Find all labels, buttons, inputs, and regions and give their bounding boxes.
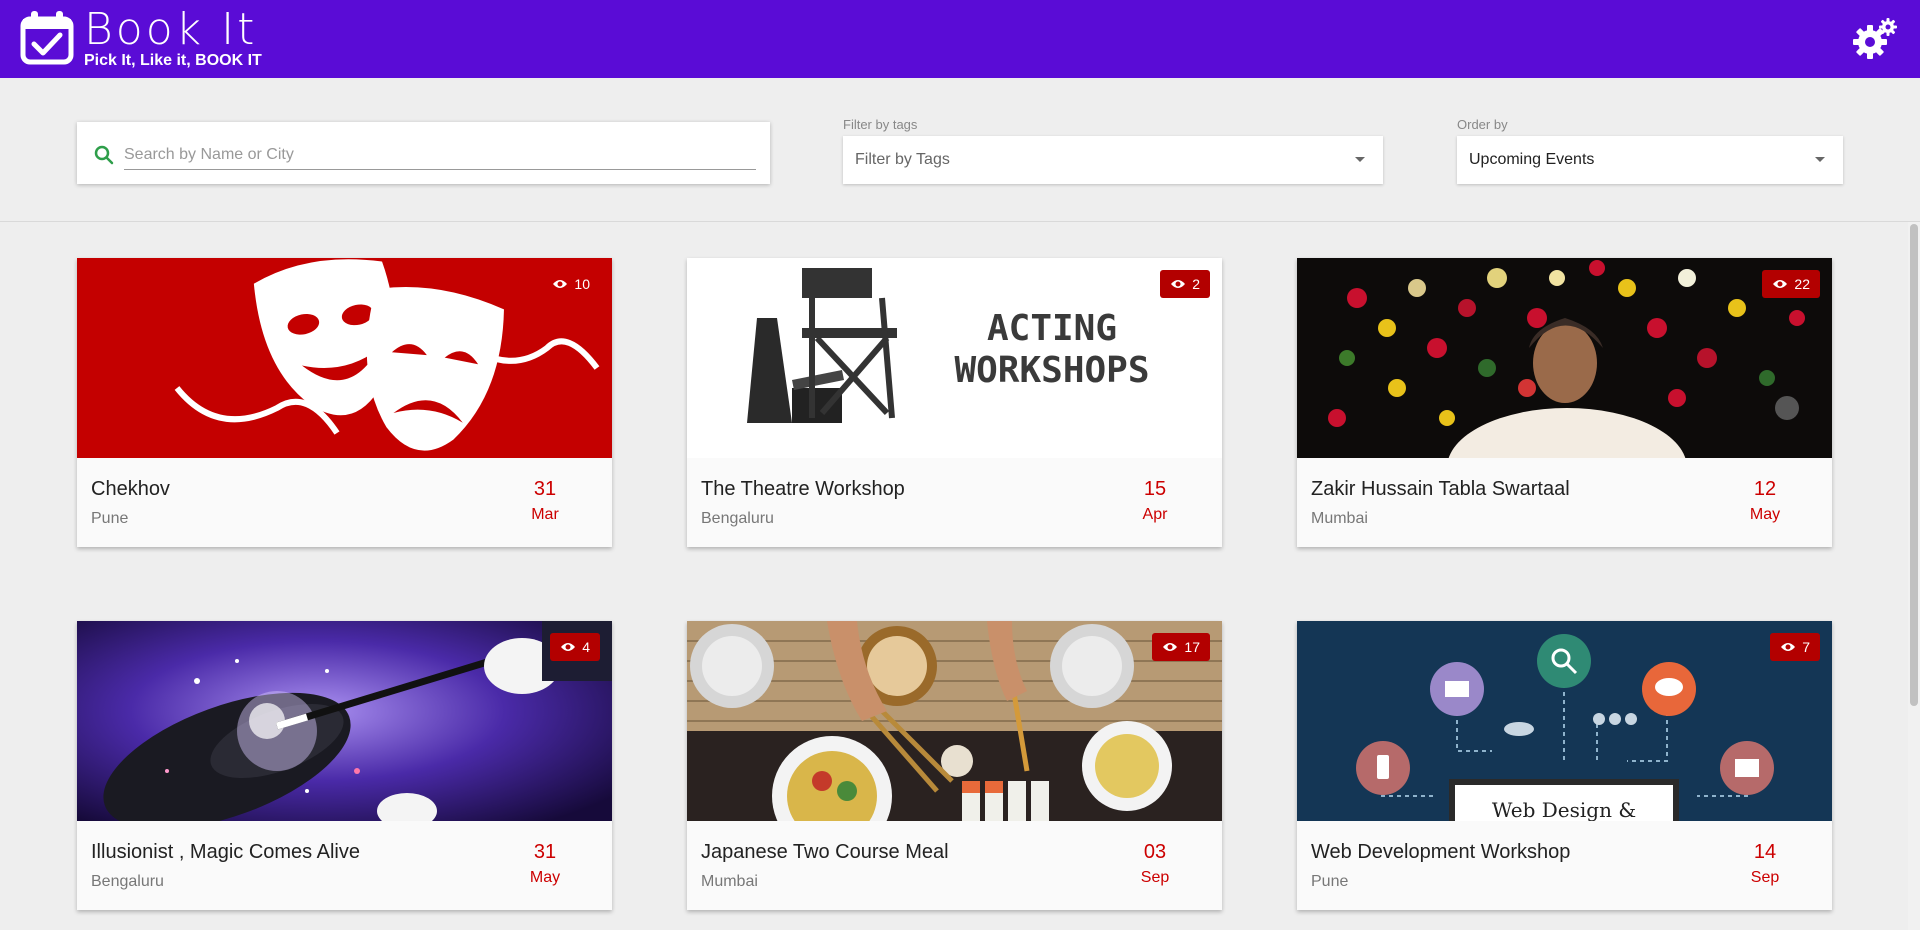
event-month: Mar [531,506,559,523]
event-month: May [529,869,561,886]
event-month: May [1749,506,1781,523]
event-month: Sep [1140,869,1170,886]
event-card[interactable]: 4 Illusionist , Magic Comes Alive Bengal… [77,621,612,910]
event-card[interactable]: ACTING WORKSHOPS 2 The Theatre Workshop … [687,258,1222,547]
views-count: 17 [1184,639,1200,655]
event-title: The Theatre Workshop [701,478,905,500]
event-title: Web Development Workshop [1311,841,1571,863]
app-title: Book It [84,4,258,55]
eye-icon [553,280,568,288]
image-text-line-2: WORKSHOPS [954,350,1149,391]
event-image-musician-flowers [1297,258,1832,458]
filter-bar: Filter by tags Filter by Tags Order by U… [0,78,1920,222]
event-city: Pune [91,510,129,527]
search-input[interactable] [124,140,756,170]
event-day: 12 [1753,478,1777,500]
event-title: Chekhov [91,478,170,500]
tags-filter-select[interactable]: Filter by Tags [843,136,1383,184]
event-city: Mumbai [701,873,758,890]
event-month: Sep [1750,869,1780,886]
app-tagline: Pick It, Like it, BOOK IT [84,52,262,69]
event-day: 03 [1143,841,1167,863]
event-image-theatre-masks [77,258,612,458]
event-day: 15 [1143,478,1167,500]
search-box [77,122,770,184]
views-badge: 10 [542,270,600,298]
views-badge: 22 [1762,270,1820,298]
event-city: Mumbai [1311,510,1368,527]
views-badge: 4 [550,633,600,661]
tags-filter-value: Filter by Tags [855,151,950,168]
event-image-magic-hat [77,621,612,821]
views-count: 7 [1802,639,1810,655]
event-day: 31 [533,841,557,863]
views-count: 10 [574,276,590,292]
logo[interactable]: Book It Pick It, Like it, BOOK IT [20,4,262,70]
views-count: 22 [1794,276,1810,292]
tags-filter: Filter by tags Filter by Tags [843,117,1383,184]
event-title: Illusionist , Magic Comes Alive [91,841,360,863]
event-card[interactable]: Web Design & 7 Web Development Workshop … [1297,621,1832,910]
views-count: 4 [582,639,590,655]
event-month: Apr [1142,506,1168,523]
order-filter-value: Upcoming Events [1469,151,1595,168]
event-day: 31 [533,478,557,500]
event-card[interactable]: 17 Japanese Two Course Meal Mumbai 03 Se… [687,621,1222,910]
event-card[interactable]: 10 Chekhov Pune 31 Mar [77,258,612,547]
settings-gears-icon[interactable] [1852,18,1898,60]
views-badge: 2 [1160,270,1210,298]
event-title: Japanese Two Course Meal [701,841,949,863]
event-day: 14 [1753,841,1777,863]
order-filter: Order by Upcoming Events [1457,117,1843,184]
image-text: Web Design & [1492,798,1636,821]
event-image-acting-workshops: ACTING WORKSHOPS [687,258,1222,458]
event-image-japanese-food [687,621,1222,821]
event-title: Zakir Hussain Tabla Swartaal [1311,478,1570,500]
order-filter-label: Order by [1457,117,1508,132]
views-badge: 17 [1152,633,1210,661]
event-image-web-design: Web Design & [1297,621,1832,821]
dropdown-arrow-icon [1355,157,1365,162]
order-filter-select[interactable]: Upcoming Events [1457,136,1843,184]
eye-icon [1163,643,1178,651]
search-icon [94,145,114,165]
page-scrollbar[interactable] [1908,222,1920,930]
event-city: Pune [1311,873,1349,890]
calendar-check-icon [20,11,74,65]
views-count: 2 [1192,276,1200,292]
tags-filter-label: Filter by tags [843,117,918,132]
event-card[interactable]: 22 Zakir Hussain Tabla Swartaal Mumbai 1… [1297,258,1832,547]
scrollbar-thumb[interactable] [1910,224,1918,706]
dropdown-arrow-icon [1815,157,1825,162]
image-text-line-1: ACTING [987,308,1117,349]
eye-icon [561,643,576,651]
eye-icon [1781,643,1796,651]
app-header: Book It Pick It, Like it, BOOK IT [0,0,1920,78]
event-city: Bengaluru [701,510,774,527]
event-city: Bengaluru [91,873,164,890]
eye-icon [1171,280,1186,288]
eye-icon [1773,280,1788,288]
views-badge: 7 [1770,633,1820,661]
